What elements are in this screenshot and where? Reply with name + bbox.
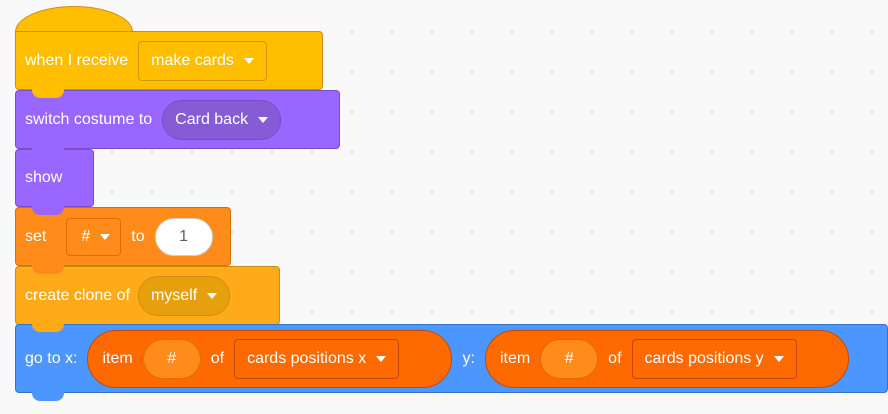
item-of-list-x-reporter[interactable]: item # of cards positions x: [87, 329, 453, 388]
list-dropdown-y-value: cards positions y: [644, 349, 764, 367]
when-i-receive-block[interactable]: when I receive make cards: [15, 31, 323, 98]
switch-costume-block[interactable]: switch costume to Card back: [15, 90, 340, 157]
dropdown-caret-icon: [773, 355, 784, 362]
dropdown-caret-icon: [243, 57, 254, 64]
show-block[interactable]: show: [15, 149, 94, 215]
block-tab: [32, 392, 64, 401]
block-notch: [32, 207, 64, 215]
show-label: show: [25, 169, 63, 186]
dropdown-caret-icon: [376, 355, 387, 362]
list-dropdown-y[interactable]: cards positions y: [631, 338, 797, 379]
variable-dropdown[interactable]: #: [66, 217, 122, 256]
switch-costume-label: switch costume to: [25, 110, 153, 128]
costume-dropdown[interactable]: Card back: [162, 99, 282, 140]
index-value: #: [167, 349, 177, 367]
item-label: item: [499, 349, 531, 367]
block-notch: [32, 266, 64, 274]
block-notch: [32, 324, 64, 332]
value-input-text: 1: [179, 227, 189, 245]
dropdown-caret-icon: [100, 233, 111, 240]
index-value: #: [564, 349, 574, 367]
index-input[interactable]: #: [540, 338, 599, 379]
when-i-receive-label: when I receive: [25, 51, 129, 69]
list-dropdown-x[interactable]: cards positions x: [234, 338, 400, 379]
go-to-x-label: go to x:: [25, 349, 78, 367]
set-label: set: [25, 227, 47, 245]
message-dropdown[interactable]: make cards: [138, 40, 267, 81]
block-notch: [32, 149, 64, 157]
to-label: to: [131, 227, 145, 245]
dropdown-caret-icon: [207, 292, 218, 299]
dropdown-caret-icon: [258, 116, 269, 123]
create-clone-block[interactable]: create clone of myself: [15, 266, 280, 333]
list-dropdown-x-value: cards positions x: [247, 349, 367, 367]
clone-target-dropdown[interactable]: myself: [137, 275, 231, 316]
of-label: of: [210, 349, 225, 367]
create-clone-label: create clone of: [25, 286, 130, 304]
variable-dropdown-value: #: [81, 227, 91, 245]
set-variable-block[interactable]: set # to 1: [15, 207, 231, 274]
block-notch: [32, 90, 64, 98]
item-label: item: [102, 349, 133, 367]
go-to-xy-block[interactable]: go to x: item # of cards positions x y: …: [15, 324, 888, 401]
item-of-list-y-reporter[interactable]: item # of cards positions y: [484, 329, 849, 388]
y-label: y:: [462, 349, 475, 367]
of-label: of: [608, 349, 622, 367]
value-input[interactable]: 1: [154, 217, 213, 256]
message-dropdown-value: make cards: [151, 51, 234, 69]
index-input[interactable]: #: [142, 338, 201, 379]
costume-dropdown-value: Card back: [175, 110, 249, 128]
clone-target-value: myself: [150, 286, 198, 304]
script-stack[interactable]: when I receive make cards switch costume…: [0, 0, 888, 414]
